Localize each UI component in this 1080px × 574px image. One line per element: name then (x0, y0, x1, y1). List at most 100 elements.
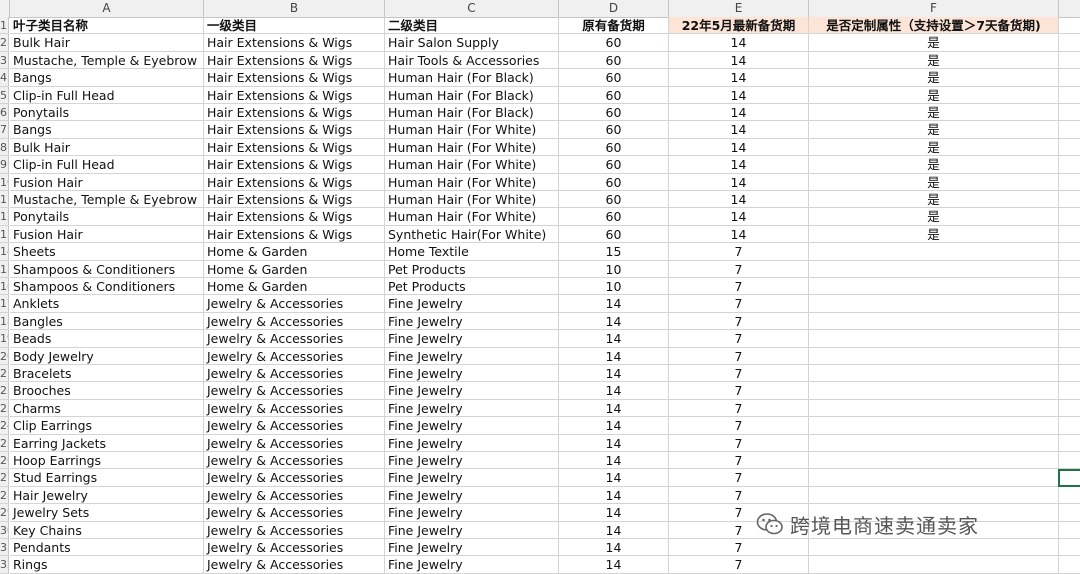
cell-custom[interactable] (809, 260, 1059, 278)
header-cell-leaf-category[interactable]: 叶子类目名称 (10, 17, 204, 35)
cell-level2[interactable]: Human Hair (For Black) (385, 69, 559, 87)
cell-level2[interactable]: Fine Jewelry (385, 556, 559, 574)
cell-new-lead[interactable]: 7 (669, 486, 809, 505)
cell-original-lead[interactable]: 60 (559, 208, 669, 226)
cell-level1[interactable]: Hair Extensions & Wigs (204, 104, 385, 122)
empty-cell[interactable] (1059, 208, 1080, 226)
row-number[interactable]: 6 (0, 104, 9, 122)
cell-level2[interactable]: Human Hair (For White) (385, 156, 559, 174)
cell-original-lead[interactable]: 60 (559, 51, 669, 70)
cell-new-lead[interactable]: 7 (669, 312, 809, 331)
cell-original-lead[interactable]: 14 (559, 539, 669, 557)
cell-level1[interactable]: Home & Garden (204, 260, 385, 278)
cell-original-lead[interactable]: 60 (559, 104, 669, 122)
empty-cell[interactable] (1059, 278, 1080, 296)
cell-level1[interactable]: Jewelry & Accessories (204, 295, 385, 313)
cell-original-lead[interactable]: 14 (559, 452, 669, 470)
cell-original-lead[interactable]: 10 (559, 278, 669, 296)
row-number[interactable]: 16 (0, 278, 9, 296)
cell-original-lead[interactable]: 10 (559, 260, 669, 278)
cell-custom[interactable] (809, 539, 1059, 557)
cell-original-lead[interactable]: 60 (559, 86, 669, 104)
cell-custom[interactable] (809, 469, 1059, 487)
cell-leaf-category[interactable]: Bulk Hair (10, 138, 204, 157)
row-number[interactable]: 18 (0, 312, 9, 331)
cell-new-lead[interactable]: 7 (669, 469, 809, 487)
cell-new-lead[interactable]: 14 (669, 104, 809, 122)
cell-original-lead[interactable]: 14 (559, 312, 669, 331)
cell-leaf-category[interactable]: Ponytails (10, 208, 204, 226)
empty-cell[interactable] (1059, 382, 1080, 400)
row-number[interactable]: 17 (0, 295, 9, 313)
cell-new-lead[interactable]: 14 (669, 51, 809, 70)
cell-level1[interactable]: Jewelry & Accessories (204, 486, 385, 505)
empty-cell[interactable] (1059, 435, 1080, 452)
column-letter-c[interactable]: C (385, 0, 559, 17)
cell-new-lead[interactable]: 14 (669, 121, 809, 139)
cell-level1[interactable]: Hair Extensions & Wigs (204, 225, 385, 244)
cell-leaf-category[interactable]: Sheets (10, 243, 204, 261)
row-number[interactable]: 26 (0, 452, 9, 470)
row-number[interactable]: 2 (0, 34, 9, 52)
cell-leaf-category[interactable]: Ponytails (10, 104, 204, 122)
cell-new-lead[interactable]: 7 (669, 382, 809, 400)
cell-level1[interactable]: Jewelry & Accessories (204, 504, 385, 522)
cell-custom[interactable] (809, 486, 1059, 505)
cell-new-lead[interactable]: 14 (669, 173, 809, 191)
cell-original-lead[interactable]: 14 (559, 399, 669, 418)
cell-leaf-category[interactable]: Anklets (10, 295, 204, 313)
cell-custom[interactable]: 是 (809, 191, 1059, 209)
row-number[interactable]: 27 (0, 469, 9, 487)
cell-level1[interactable]: Jewelry & Accessories (204, 556, 385, 574)
header-cell-level2[interactable]: 二级类目 (385, 17, 559, 35)
row-number[interactable]: 20 (0, 347, 9, 365)
row-number[interactable]: 10 (0, 173, 9, 191)
cell-level2[interactable]: Human Hair (For White) (385, 138, 559, 157)
cell-leaf-category[interactable]: Clip-in Full Head (10, 86, 204, 104)
cell-leaf-category[interactable]: Bangles (10, 312, 204, 331)
empty-cell[interactable] (1059, 69, 1080, 87)
empty-cell[interactable] (1059, 139, 1080, 157)
cell-leaf-category[interactable]: Fusion Hair (10, 225, 204, 244)
empty-cell[interactable] (1059, 52, 1080, 70)
column-letter-a[interactable]: A (10, 0, 204, 17)
row-number[interactable]: 28 (0, 486, 9, 505)
cell-custom[interactable]: 是 (809, 208, 1059, 226)
cell-level2[interactable]: Fine Jewelry (385, 330, 559, 348)
cell-original-lead[interactable]: 60 (559, 69, 669, 87)
cell-custom[interactable]: 是 (809, 86, 1059, 104)
cell-level1[interactable]: Hair Extensions & Wigs (204, 156, 385, 174)
cell-level2[interactable]: Fine Jewelry (385, 312, 559, 331)
empty-cell[interactable] (1059, 365, 1080, 383)
row-number[interactable]: 9 (0, 156, 9, 174)
cell-original-lead[interactable]: 14 (559, 504, 669, 522)
cell-custom[interactable]: 是 (809, 69, 1059, 87)
cell-level2[interactable]: Human Hair (For Black) (385, 104, 559, 122)
empty-cell[interactable] (1059, 452, 1080, 470)
cell-custom[interactable] (809, 452, 1059, 470)
row-number[interactable]: 23 (0, 399, 9, 418)
cell-level1[interactable]: Hair Extensions & Wigs (204, 138, 385, 157)
cell-level2[interactable]: Fine Jewelry (385, 417, 559, 435)
empty-cell[interactable] (1059, 417, 1080, 435)
cell-level1[interactable]: Jewelry & Accessories (204, 347, 385, 365)
cell-custom[interactable] (809, 330, 1059, 348)
cell-original-lead[interactable]: 14 (559, 365, 669, 383)
cell-new-lead[interactable]: 7 (669, 365, 809, 383)
row-number[interactable]: 29 (0, 504, 9, 522)
empty-cell[interactable] (1059, 556, 1080, 574)
row-number[interactable]: 31 (0, 539, 9, 557)
cell-custom[interactable] (809, 347, 1059, 365)
header-cell-new-lead[interactable]: 22年5月最新备货期 (669, 17, 809, 35)
cell-custom[interactable]: 是 (809, 138, 1059, 157)
empty-cell[interactable] (1059, 17, 1080, 35)
empty-cell[interactable] (1059, 243, 1080, 261)
cell-custom[interactable] (809, 365, 1059, 383)
cell-level1[interactable]: Jewelry & Accessories (204, 539, 385, 557)
empty-cell[interactable] (1059, 174, 1080, 191)
empty-cell[interactable] (1059, 104, 1080, 122)
cell-custom[interactable] (809, 278, 1059, 296)
cell-leaf-category[interactable]: Key Chains (10, 521, 204, 539)
cell-level1[interactable]: Jewelry & Accessories (204, 382, 385, 400)
cell-custom[interactable]: 是 (809, 225, 1059, 244)
